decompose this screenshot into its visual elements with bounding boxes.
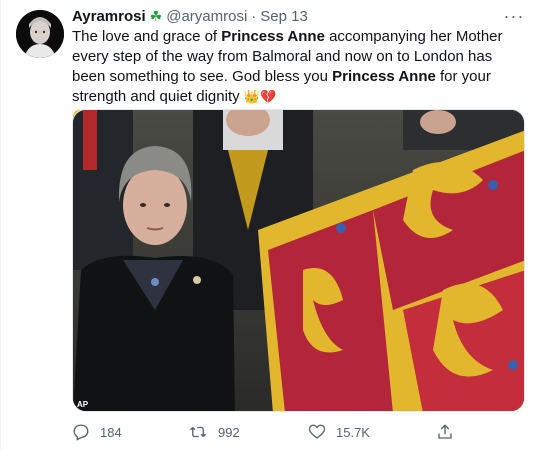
media-credit: AP [77,400,89,409]
tweet-header: Ayramrosi ☘ @aryamrosi · Sep 13 [72,6,503,26]
like-button[interactable]: 15.7K [308,418,370,446]
reply-count: 184 [100,424,122,440]
crown-emoji-icon: 👑 [243,89,260,104]
avatar[interactable] [16,10,64,58]
tweet-photo[interactable]: AP [72,109,525,412]
text-segment-bold: Princess Anne [221,28,325,45]
like-count: 15.7K [336,424,370,440]
tweet-actions: 184 992 15.7K [72,418,532,446]
retweet-button[interactable]: 992 [188,418,240,446]
separator-dot: · [251,7,257,25]
text-segment: The love and grace of [72,28,222,45]
text-segment-bold: Princess Anne [332,68,436,85]
share-icon [438,424,452,439]
retweet-icon [190,426,206,438]
broken-heart-emoji-icon: 💔 [259,89,277,104]
like-icon [308,424,326,439]
retweet-count: 992 [218,424,240,440]
reply-icon [73,424,89,441]
reply-button[interactable]: 184 [72,418,122,446]
author-handle[interactable]: @aryamrosi [166,8,247,25]
author-name[interactable]: Ayramrosi [72,8,146,25]
timeline-border [0,0,1,450]
photo-illustration [73,110,524,411]
shamrock-emoji-icon: ☘ [149,7,163,24]
share-button[interactable] [436,418,464,446]
tweet[interactable]: Ayramrosi ☘ @aryamrosi · Sep 13 ··· The … [0,0,543,450]
tweet-date[interactable]: Sep 13 [260,8,308,25]
more-icon[interactable]: ··· [503,6,525,26]
